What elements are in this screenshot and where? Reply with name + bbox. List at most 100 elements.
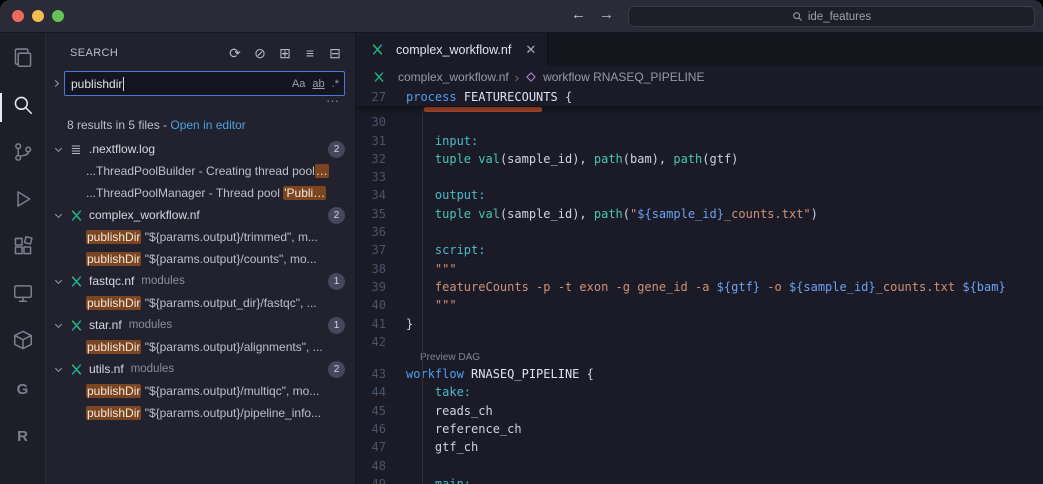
- chevron-down-icon[interactable]: [55, 320, 62, 327]
- codelens-preview-dag[interactable]: Preview DAG: [356, 351, 1043, 365]
- code-line[interactable]: 49 main:: [356, 475, 1043, 484]
- search-match-row[interactable]: publishDir "${params.output}/multiqc", m…: [46, 380, 355, 402]
- file-row[interactable]: fastqc.nfmodules1: [46, 270, 355, 292]
- code-line[interactable]: 39 featureCounts -p -t exon -g gene_id -…: [356, 278, 1043, 296]
- activity-bar-item-gitlens[interactable]: G: [0, 366, 45, 413]
- code-line[interactable]: 44 take:: [356, 383, 1043, 401]
- token: path: [594, 207, 623, 221]
- token: (sample_id),: [500, 207, 594, 221]
- toggle-search-details-button[interactable]: ···: [326, 96, 339, 109]
- code-editor[interactable]: 27process FEATURECOUNTS { 3031 input:32 …: [356, 88, 1043, 484]
- activity-bar-item-run-debug[interactable]: [0, 178, 45, 225]
- line-number[interactable]: 35: [356, 205, 400, 223]
- open-in-editor-link[interactable]: Open in editor: [170, 118, 245, 132]
- line-number[interactable]: 39: [356, 278, 400, 296]
- code-text: [400, 457, 406, 475]
- refresh-button[interactable]: ⟳: [227, 45, 243, 61]
- code-line[interactable]: 38 """: [356, 260, 1043, 278]
- tab-complex-workflow[interactable]: complex_workflow.nf ✕: [356, 33, 548, 66]
- line-number[interactable]: 31: [356, 132, 400, 150]
- code-line[interactable]: 43workflow RNASEQ_PIPELINE {: [356, 365, 1043, 383]
- code-line[interactable]: 36: [356, 223, 1043, 241]
- chevron-down-icon[interactable]: [55, 144, 62, 151]
- forward-icon[interactable]: →: [599, 6, 614, 23]
- line-number[interactable]: 41: [356, 315, 400, 333]
- use-regex-toggle[interactable]: .*: [332, 78, 339, 90]
- line-number[interactable]: 49: [356, 475, 400, 484]
- line-number[interactable]: 27: [356, 88, 400, 106]
- search-match-row[interactable]: ...ThreadPoolManager - Thread pool 'Publ…: [46, 182, 355, 204]
- token: input:: [435, 134, 478, 148]
- line-number[interactable]: 37: [356, 241, 400, 259]
- clear-search-results-button[interactable]: ⊘: [252, 45, 268, 61]
- search-match-row[interactable]: publishDir "${params.output}/alignments"…: [46, 336, 355, 358]
- search-match-row[interactable]: publishDir "${params.output}/pipeline_in…: [46, 402, 355, 424]
- collapse-all-button[interactable]: ⊟: [327, 45, 343, 61]
- chevron-down-icon[interactable]: [55, 210, 62, 217]
- line-number[interactable]: 42: [356, 333, 400, 351]
- code-line[interactable]: 34 output:: [356, 186, 1043, 204]
- activity-bar-item-search[interactable]: [0, 84, 45, 131]
- toggle-replace-chevron-icon[interactable]: [52, 80, 59, 87]
- code-line[interactable]: 27process FEATURECOUNTS {: [356, 88, 1043, 106]
- line-number[interactable]: 36: [356, 223, 400, 241]
- code-line[interactable]: 41}: [356, 315, 1043, 333]
- search-match-row[interactable]: publishDir "${params.output}/trimmed", m…: [46, 226, 355, 248]
- match-whole-word-toggle[interactable]: ab: [312, 78, 324, 90]
- code-line[interactable]: 42: [356, 333, 1043, 351]
- code-line[interactable]: 48: [356, 457, 1043, 475]
- activity-bar-item-explorer[interactable]: [0, 37, 45, 84]
- code-line[interactable]: 46 reference_ch: [356, 420, 1043, 438]
- code-line[interactable]: 35 tuple val(sample_id), path("${sample_…: [356, 205, 1043, 223]
- search-match-row[interactable]: publishDir "${params.output}/counts", mo…: [46, 248, 355, 270]
- line-number[interactable]: 33: [356, 168, 400, 186]
- line-number[interactable]: 44: [356, 383, 400, 401]
- search-match-row[interactable]: publishDir "${params.output_dir}/fastqc"…: [46, 292, 355, 314]
- sticky-scroll-line[interactable]: 27process FEATURECOUNTS {: [356, 88, 1043, 106]
- zoom-window-button[interactable]: [52, 10, 64, 22]
- close-window-button[interactable]: [12, 10, 24, 22]
- code-line[interactable]: 45 reads_ch: [356, 402, 1043, 420]
- activity-bar-item-extensions[interactable]: [0, 225, 45, 272]
- view-as-list-button[interactable]: ≡: [302, 45, 318, 61]
- file-row[interactable]: ≣.nextflow.log2: [46, 138, 355, 160]
- line-number[interactable]: 40: [356, 296, 400, 314]
- open-new-search-editor-button[interactable]: ⊞: [277, 45, 293, 61]
- line-number[interactable]: 46: [356, 420, 400, 438]
- chevron-down-icon[interactable]: [55, 276, 62, 283]
- file-row[interactable]: complex_workflow.nf2: [46, 204, 355, 226]
- line-number[interactable]: 32: [356, 150, 400, 168]
- code-line[interactable]: 31 input:: [356, 132, 1043, 150]
- code-line[interactable]: 40 """: [356, 296, 1043, 314]
- activity-bar-item-source-control[interactable]: [0, 131, 45, 178]
- line-number[interactable]: 48: [356, 457, 400, 475]
- code-line[interactable]: 47 gtf_ch: [356, 438, 1043, 456]
- file-row[interactable]: utils.nfmodules2: [46, 358, 355, 380]
- breadcrumb-symbol[interactable]: workflow RNASEQ_PIPELINE: [543, 70, 704, 84]
- line-number[interactable]: 43: [356, 365, 400, 383]
- line-number[interactable]: 45: [356, 402, 400, 420]
- code-line[interactable]: 37 script:: [356, 241, 1043, 259]
- back-icon[interactable]: ←: [571, 6, 586, 23]
- search-input[interactable]: publishdir Aaab.*: [64, 71, 345, 96]
- line-number[interactable]: 30: [356, 113, 400, 131]
- activity-bar-item-containers[interactable]: [0, 319, 45, 366]
- code-line[interactable]: 30: [356, 113, 1043, 131]
- search-match-row[interactable]: ...ThreadPoolBuilder - Creating thread p…: [46, 160, 355, 182]
- minimize-window-button[interactable]: [32, 10, 44, 22]
- activity-bar-item-r-language[interactable]: R: [0, 413, 45, 460]
- command-center-search[interactable]: ide_features: [628, 6, 1035, 27]
- line-number[interactable]: 47: [356, 438, 400, 456]
- breadcrumb-file[interactable]: complex_workflow.nf: [398, 70, 509, 84]
- code-line[interactable]: 32 tuple val(sample_id), path(bam), path…: [356, 150, 1043, 168]
- chevron-down-icon[interactable]: [55, 364, 62, 371]
- line-number[interactable]: 38: [356, 260, 400, 278]
- close-tab-icon[interactable]: ✕: [525, 42, 536, 58]
- code-line[interactable]: 33: [356, 168, 1043, 186]
- tab-label: complex_workflow.nf: [396, 43, 511, 57]
- activity-bar-item-remote-explorer[interactable]: [0, 272, 45, 319]
- file-row[interactable]: star.nfmodules1: [46, 314, 355, 336]
- line-number[interactable]: 34: [356, 186, 400, 204]
- match-case-toggle[interactable]: Aa: [292, 78, 305, 90]
- breadcrumb: complex_workflow.nf › workflow RNASEQ_PI…: [356, 66, 1043, 88]
